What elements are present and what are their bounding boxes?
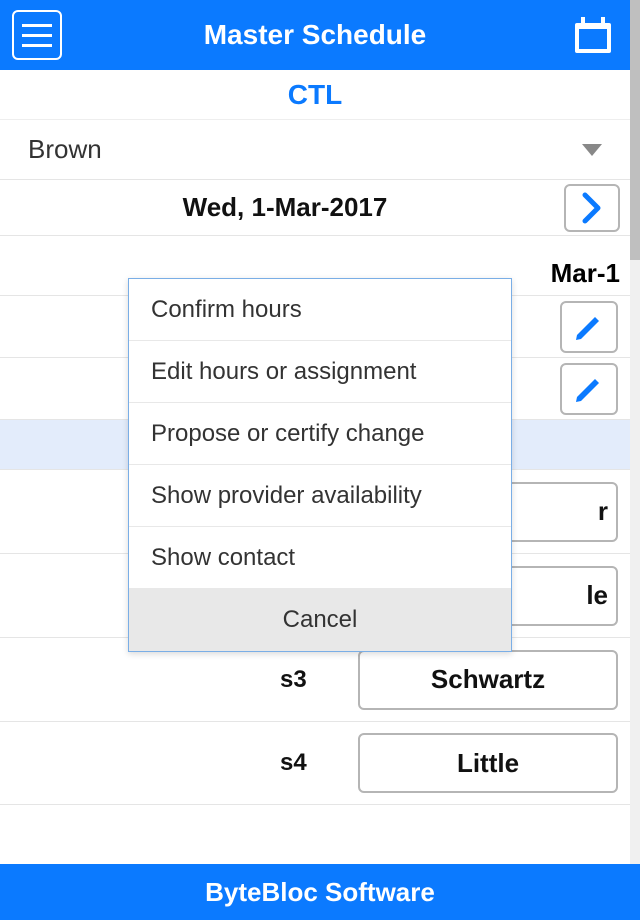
cancel-button[interactable]: Cancel — [129, 589, 511, 651]
assignment-label: le — [586, 580, 616, 611]
app-header: Master Schedule — [0, 0, 630, 70]
column-date-label: Mar-1 — [551, 258, 620, 289]
menu-item-confirm-hours[interactable]: Confirm hours — [129, 279, 511, 341]
next-day-button[interactable] — [564, 184, 620, 232]
page-title: Master Schedule — [204, 19, 427, 51]
menu-button[interactable] — [12, 10, 62, 60]
assignment-button[interactable]: Little — [358, 733, 618, 793]
menu-item-propose-change[interactable]: Propose or certify change — [129, 403, 511, 465]
assignment-label: Schwartz — [431, 664, 545, 695]
chevron-right-icon — [582, 192, 602, 224]
edit-button[interactable] — [560, 301, 618, 353]
scrollbar-track[interactable] — [630, 0, 640, 864]
menu-item-show-contact[interactable]: Show contact — [129, 527, 511, 589]
table-row: s4 Little — [0, 721, 630, 805]
provider-selected-value: Brown — [28, 134, 582, 165]
assignment-button[interactable]: Schwartz — [358, 650, 618, 710]
menu-item-edit-hours[interactable]: Edit hours or assignment — [129, 341, 511, 403]
assignment-label: r — [598, 496, 616, 527]
shift-label: s4 — [280, 749, 307, 777]
pencil-icon — [573, 373, 605, 405]
provider-select[interactable]: Brown — [0, 120, 630, 180]
edit-button[interactable] — [560, 363, 618, 415]
pencil-icon — [573, 311, 605, 343]
scrollbar-thumb[interactable] — [630, 0, 640, 260]
current-date-label: Wed, 1-Mar-2017 — [0, 192, 630, 223]
shift-label: s3 — [280, 666, 307, 694]
assignment-label: Little — [457, 748, 519, 779]
calendar-button[interactable] — [568, 10, 618, 60]
chevron-down-icon — [582, 144, 602, 156]
location-label: CTL — [0, 70, 630, 120]
menu-item-show-availability[interactable]: Show provider availability — [129, 465, 511, 527]
action-sheet: Confirm hours Edit hours or assignment P… — [128, 278, 512, 652]
app-footer: ByteBloc Software — [0, 864, 640, 920]
date-navigator: Wed, 1-Mar-2017 — [0, 180, 630, 236]
calendar-icon — [571, 13, 615, 57]
